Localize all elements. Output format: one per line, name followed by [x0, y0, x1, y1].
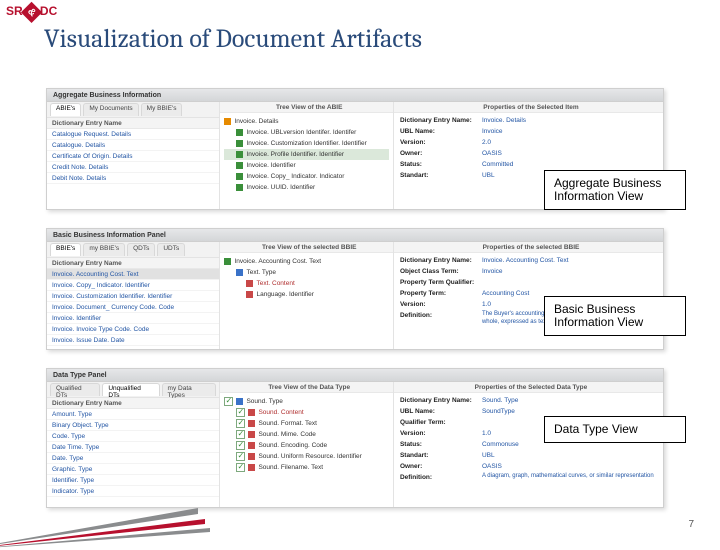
node-icon — [236, 140, 243, 147]
list-header: Dictionary Entry Name — [47, 398, 219, 409]
left-tabs: ABIE's My Documents My BBIE's — [47, 102, 219, 118]
node-icon — [236, 184, 243, 191]
node-icon — [236, 151, 243, 158]
checkbox-icon[interactable] — [236, 452, 245, 461]
checkbox-icon[interactable] — [224, 397, 233, 406]
panel-header: Data Type Panel — [47, 369, 663, 382]
list-item[interactable]: Graphic. Type — [47, 464, 219, 475]
tab-my-data-types[interactable]: my Data Types — [162, 383, 217, 396]
slide-title: Visualization of Document Artifacts — [44, 24, 422, 54]
list-item[interactable]: Credit Note. Details — [47, 162, 219, 173]
left-tabs: Qualified DTs Unqualified DTs my Data Ty… — [47, 382, 219, 398]
list-item[interactable]: Code. Type — [47, 431, 219, 442]
tree: Invoice. Accounting Cost. Text Text. Typ… — [220, 253, 392, 349]
list-item[interactable]: Debit Note. Details — [47, 173, 219, 184]
tab-my-bbies[interactable]: My BBIE's — [141, 103, 183, 116]
checkbox-icon[interactable] — [236, 441, 245, 450]
tree: Sound. Type Sound. Content Sound. Format… — [220, 393, 392, 507]
checkbox-icon[interactable] — [236, 419, 245, 428]
list-item[interactable]: Date. Type — [47, 453, 219, 464]
node-icon — [248, 409, 255, 416]
mid-header: Tree View of the selected BBIE — [220, 242, 392, 253]
node-icon — [236, 162, 243, 169]
left-tabs: BBIE's my BBIE's QDTs UDTs — [47, 242, 219, 258]
tree: Invoice. Details Invoice. UBLversion Ide… — [220, 113, 392, 209]
list-item[interactable]: Catalogue. Details — [47, 140, 219, 151]
tab-qdts[interactable]: QDTs — [127, 243, 155, 256]
mid-header: Tree View of the Data Type — [220, 382, 392, 393]
list-item[interactable]: Invoice. Identifier — [47, 313, 219, 324]
page-number: 7 — [688, 519, 694, 530]
node-icon — [248, 420, 255, 427]
list-item[interactable]: Amount. Type — [47, 409, 219, 420]
list: Invoice. Accounting Cost. Text Invoice. … — [47, 269, 219, 349]
node-icon — [246, 291, 253, 298]
checkbox-icon[interactable] — [236, 463, 245, 472]
properties: Dictionary Entry Name:Sound. Type UBL Na… — [394, 393, 663, 507]
list-header: Dictionary Entry Name — [47, 118, 219, 129]
list-item[interactable]: Invoice. Accounting Cost. Text — [47, 269, 219, 280]
node-icon — [236, 173, 243, 180]
list-item[interactable]: Binary Object. Type — [47, 420, 219, 431]
panel-header: Aggregate Business Information — [47, 89, 663, 102]
mid-header: Tree View of the ABIE — [220, 102, 392, 113]
node-icon — [224, 258, 231, 265]
checkbox-icon[interactable] — [236, 430, 245, 439]
list-item[interactable]: Invoice. Issue Date. Date — [47, 335, 219, 346]
list-item[interactable]: Date Time. Type — [47, 442, 219, 453]
tab-udts[interactable]: UDTs — [157, 243, 185, 256]
node-icon — [236, 269, 243, 276]
tab-bbies[interactable]: BBIE's — [50, 243, 81, 256]
node-icon — [236, 398, 243, 405]
logo: SR&DC — [6, 4, 57, 20]
checkbox-icon[interactable] — [236, 408, 245, 417]
tab-unqualified-dts[interactable]: Unqualified DTs — [102, 383, 159, 396]
list: Catalogue Request. Details Catalogue. De… — [47, 129, 219, 209]
node-icon — [248, 442, 255, 449]
list: Amount. Type Binary Object. Type Code. T… — [47, 409, 219, 507]
folder-icon — [224, 118, 231, 125]
node-icon — [248, 431, 255, 438]
list-item[interactable]: Indicator. Type — [47, 486, 219, 497]
right-header: Properties of the Selected Data Type — [394, 382, 663, 393]
node-icon — [248, 464, 255, 471]
panel-header: Basic Business Information Panel — [47, 229, 663, 242]
list-item[interactable]: Invoice. Copy_ Indicator. Identifier — [47, 280, 219, 291]
tab-my-bbies[interactable]: my BBIE's — [83, 243, 125, 256]
callout-aggregate: Aggregate Business Information View — [544, 170, 686, 210]
node-icon — [248, 453, 255, 460]
tab-abies[interactable]: ABIE's — [50, 103, 81, 116]
tab-qualified-dts[interactable]: Qualified DTs — [50, 383, 100, 396]
list-item[interactable]: Invoice. Invoice Type Code. Code — [47, 324, 219, 335]
list-item[interactable]: Invoice. Customization Identifier. Ident… — [47, 291, 219, 302]
callout-basic: Basic Business Information View — [544, 296, 686, 336]
list-item[interactable]: Identifier. Type — [47, 475, 219, 486]
right-header: Properties of the Selected Item — [394, 102, 663, 113]
list-item[interactable]: Certificate Of Origin. Details — [47, 151, 219, 162]
list-header: Dictionary Entry Name — [47, 258, 219, 269]
tab-my-documents[interactable]: My Documents — [83, 103, 138, 116]
list-item[interactable]: Invoice. Document_ Currency Code. Code — [47, 302, 219, 313]
list-item[interactable]: Catalogue Request. Details — [47, 129, 219, 140]
node-icon — [246, 280, 253, 287]
right-header: Properties of the selected BBIE — [394, 242, 663, 253]
node-icon — [236, 129, 243, 136]
callout-datatype: Data Type View — [544, 416, 686, 443]
